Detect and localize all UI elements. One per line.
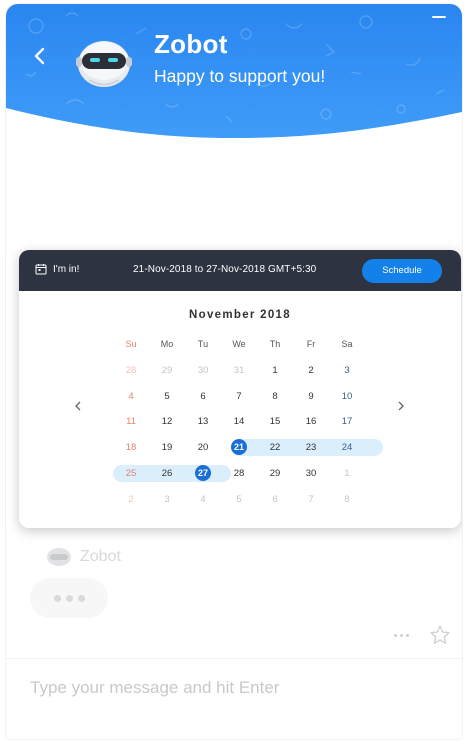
calendar-day[interactable]: 2 [293, 358, 329, 384]
date-range-picker: I'm in! 21-Nov-2018 to 27-Nov-2018 GMT+5… [19, 250, 461, 528]
calendar-day[interactable]: 7 [221, 384, 257, 410]
bot-avatar-small [47, 548, 71, 566]
calendar-toolbar: I'm in! 21-Nov-2018 to 27-Nov-2018 GMT+5… [19, 250, 461, 291]
calendar-day[interactable]: 6 [257, 487, 293, 513]
calendar-week-row: 28 29 30 31 1 2 3 [113, 358, 365, 384]
calendar-day[interactable]: 29 [257, 461, 293, 487]
calendar-day[interactable]: 8 [257, 384, 293, 410]
minimize-button[interactable] [428, 12, 450, 22]
weekday-label: Th [269, 339, 281, 349]
calendar-day[interactable]: 24 [329, 435, 365, 461]
more-dots-icon [406, 633, 409, 637]
typing-indicator-header: Zobot [46, 547, 121, 567]
calendar-day[interactable]: 12 [149, 409, 185, 435]
calendar-day[interactable]: 1 [257, 358, 293, 384]
typing-bubble [30, 578, 108, 618]
calendar-day[interactable]: 4 [113, 384, 149, 410]
calendar-day[interactable]: 20 [185, 435, 221, 461]
weekday-label: Fr [306, 339, 316, 349]
calendar-day[interactable]: 16 [293, 409, 329, 435]
typing-dot [77, 594, 85, 602]
bot-avatar [76, 41, 132, 87]
selected-range-text: 21-Nov-2018 to 27-Nov-2018 GMT+5:30 [133, 264, 317, 275]
calendar-day[interactable]: 17 [329, 409, 365, 435]
calendar-day[interactable]: 15 [257, 409, 293, 435]
calendar-day[interactable]: 19 [149, 435, 185, 461]
calendar-day[interactable]: 14 [221, 409, 257, 435]
calendar-week-row: 2 3 4 5 6 7 8 [113, 487, 365, 513]
calendar-day[interactable]: 29 [149, 358, 185, 384]
calendar-day[interactable]: 3 [149, 487, 185, 513]
weekday-label: Sa [341, 339, 353, 349]
calendar-day[interactable]: 30 [185, 358, 221, 384]
calendar-day[interactable]: 22 [257, 435, 293, 461]
typing-bot-name: Zobot [80, 548, 121, 565]
selected-day-marker: 27 [195, 464, 211, 481]
calendar-day[interactable]: 30 [293, 461, 329, 487]
calendar-day[interactable]: 31 [221, 358, 257, 384]
calendar-day[interactable]: 10 [329, 384, 365, 410]
prev-month-button[interactable] [70, 398, 86, 414]
more-dots-icon [400, 633, 403, 637]
chat-window: Zobot Happy to support you! I'm in! 21-N… [6, 4, 462, 739]
month-title: November 2018 [189, 309, 291, 321]
typing-dot [53, 594, 61, 602]
calendar-week-row: 4 5 6 7 8 9 10 [113, 384, 365, 410]
calendar-day[interactable]: 13 [185, 409, 221, 435]
calendar-day[interactable]: 1 [329, 461, 365, 487]
calendar-day[interactable]: 8 [329, 487, 365, 513]
calendar-day[interactable]: 3 [329, 358, 365, 384]
calendar-week-row: 25 26 27 28 29 30 1 [113, 461, 365, 487]
calendar-day[interactable]: 23 [293, 435, 329, 461]
weekday-header-row: Su Mo Tu We Th Fr Sa [113, 332, 365, 358]
weekday-label: Tu [197, 339, 209, 349]
calendar-icon [35, 264, 47, 275]
selected-day-marker: 21 [231, 439, 247, 456]
calendar-week-row: 18 19 20 21 22 23 24 [113, 435, 383, 461]
next-month-button[interactable] [393, 398, 409, 414]
input-divider [6, 658, 462, 659]
calendar-day[interactable]: 2 [113, 487, 149, 513]
weekday-label: Su [125, 339, 137, 349]
checkin-text: I'm in! [53, 263, 80, 275]
minimize-icon [432, 16, 446, 18]
typing-dot [65, 594, 73, 602]
more-dots-icon [394, 633, 397, 637]
schedule-button[interactable]: Schedule [362, 259, 442, 283]
bot-name: Zobot [154, 29, 228, 59]
calendar-day[interactable]: 11 [113, 409, 149, 435]
calendar-day[interactable]: 5 [221, 487, 257, 513]
calendar-day-range-start[interactable]: 21 [221, 435, 257, 461]
calendar-day-range-end[interactable]: 27 [185, 461, 221, 487]
calendar-day[interactable]: 18 [113, 435, 149, 461]
calendar-day[interactable]: 4 [185, 487, 221, 513]
calendar-day[interactable]: 26 [149, 461, 185, 487]
chat-header: Zobot Happy to support you! [6, 4, 462, 144]
star-icon [430, 625, 450, 644]
calendar-day[interactable]: 28 [221, 461, 257, 487]
calendar-day[interactable]: 9 [293, 384, 329, 410]
bot-tagline: Happy to support you! [154, 66, 326, 86]
back-button[interactable] [28, 44, 52, 68]
calendar-week-row: 11 12 13 14 15 16 17 [113, 409, 365, 435]
message-input[interactable] [30, 668, 440, 708]
chevron-left-icon [75, 401, 81, 411]
calendar-day[interactable]: 6 [185, 384, 221, 410]
rate-button[interactable] [429, 624, 451, 646]
checkin-label: I'm in! [35, 263, 79, 275]
calendar-day[interactable]: 7 [293, 487, 329, 513]
calendar-grid: Su Mo Tu We Th Fr Sa 28 29 30 31 1 2 3 4 [113, 332, 383, 513]
chevron-right-icon [398, 401, 404, 411]
calendar-day[interactable]: 5 [149, 384, 185, 410]
chevron-left-icon [34, 47, 45, 65]
calendar-day[interactable]: 28 [113, 358, 149, 384]
weekday-label: Mo [160, 339, 174, 349]
calendar-day[interactable]: 25 [113, 461, 149, 487]
weekday-label: We [232, 339, 246, 349]
more-options-button[interactable] [394, 630, 412, 640]
